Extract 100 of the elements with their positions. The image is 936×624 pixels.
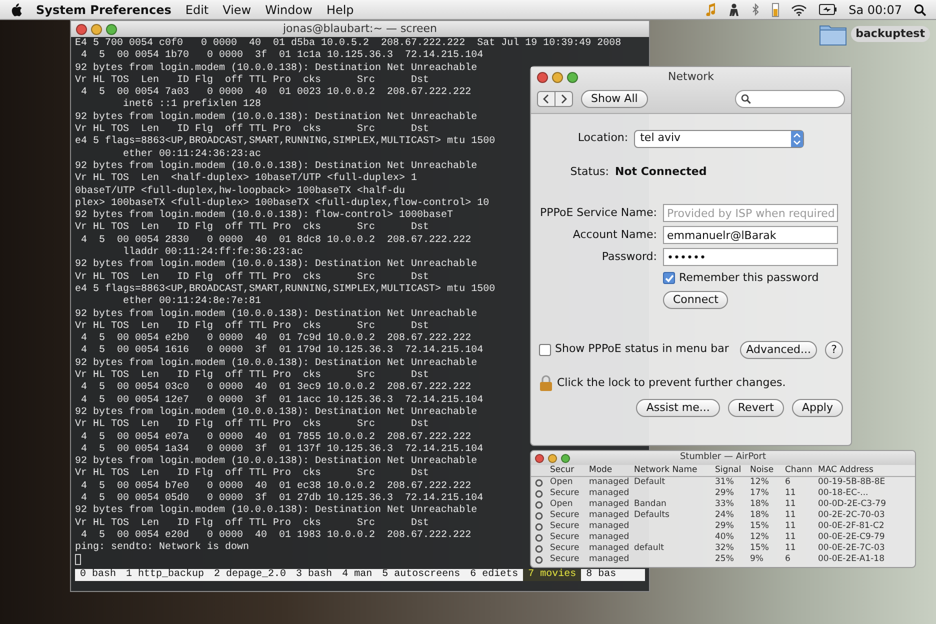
app-menu[interactable]: System Preferences <box>36 0 172 18</box>
table-cell-text: 11 <box>785 488 797 499</box>
zoom-button[interactable] <box>561 454 570 462</box>
zoom-button[interactable] <box>567 72 578 83</box>
account-name-field[interactable]: emmanuelr@lBarak <box>663 226 838 244</box>
search-field[interactable] <box>735 90 845 108</box>
table-cell-text: Bandan <box>634 499 668 510</box>
padlock-icon[interactable] <box>539 374 553 391</box>
minimize-button[interactable] <box>91 24 102 34</box>
field-label: Account Name: <box>572 226 657 243</box>
close-button[interactable] <box>537 72 548 83</box>
terminal-line: ether 00:11:24:36:23:ac <box>122 148 262 160</box>
table-cell-text: 29% <box>715 488 735 499</box>
screen-window-tab[interactable]: 1 http_backup <box>121 569 210 581</box>
terminal-line: 92 bytes from login.modem (10.0.0.138): flow-control> 1000baseT <box>75 210 454 222</box>
search-icon[interactable] <box>914 4 926 16</box>
status-value: Not Connected <box>615 164 707 180</box>
terminal-line: 92 bytes from login.modem (10.0.0.138): Destination Net Unreachable <box>75 259 478 272</box>
terminal-line: Vr HL TOS Len ID Flg off TTL Pro cks Src Dst <box>75 518 430 530</box>
revert-button[interactable]: Revert <box>728 399 784 417</box>
zoom-button[interactable] <box>106 24 117 34</box>
table-cell-text: 31% <box>715 477 735 488</box>
bluetooth-icon[interactable] <box>752 3 760 16</box>
terminal-line: 4 5 00 0054 b7e0 0 0000 40 01 ec38 10.0.0.2 208.67.222.222 <box>80 480 472 492</box>
terminal-line: lladdr 00:11:24:ff:fe:36:23:ac <box>122 247 304 258</box>
menu-item[interactable]: View <box>222 0 252 18</box>
column-header[interactable]: Signal <box>715 465 747 476</box>
terminal-line: 92 bytes from login.modem (10.0.0.138): Destination Net Unreachable <box>75 456 478 468</box>
show-status-checkbox[interactable] <box>539 344 551 356</box>
screen-window-tab[interactable]: 6 ediets <box>465 569 524 581</box>
screen-window-tab[interactable]: 2 depage_2.0 <box>209 569 292 581</box>
terminal-line: e4 5 flags=8863<UP,BROADCAST,SMART,RUNNING,SIMPLEX,MULTICAST> mtu 1500 <box>75 284 496 296</box>
table-cell-text: managed <box>589 510 630 521</box>
advanced-button[interactable]: Advanced... <box>740 340 817 358</box>
column-header[interactable]: MAC Address <box>818 465 911 476</box>
table-cell-text: 12% <box>750 477 770 488</box>
close-button[interactable] <box>76 24 87 34</box>
screen-window-tab[interactable]: 0 bash <box>75 569 122 581</box>
show-all-button[interactable]: Show All <box>581 90 648 108</box>
minimize-button[interactable] <box>548 454 557 462</box>
terminal-line: 4 5 00 0054 12e7 0 0000 3f 01 1acc 10.125.36.3 72.14.215.104 <box>80 394 484 406</box>
field-label: PPPoE Service Name: <box>539 204 657 221</box>
lock-hint: Click the lock to prevent further changes. <box>557 374 786 390</box>
column-header[interactable]: Secur <box>550 465 586 476</box>
screen-window-tab[interactable]: 7 movies <box>523 569 582 581</box>
table-cell-text: 33% <box>715 499 735 510</box>
table-cell-text: managed <box>589 554 630 565</box>
help-button[interactable]: ? <box>825 340 843 358</box>
screen-window-tab[interactable]: 8 bas <box>581 569 622 581</box>
field-label: Password: <box>600 248 657 265</box>
person-icon[interactable] <box>728 3 740 16</box>
table-cell-text: managed <box>589 499 630 510</box>
close-button[interactable] <box>535 454 544 462</box>
screen-window-tab[interactable]: 4 man <box>337 569 378 581</box>
terminal-line: 92 bytes from login.modem (10.0.0.138): Destination Net Unreachable <box>75 505 478 518</box>
table-cell-text: default <box>634 543 665 554</box>
column-header[interactable]: Chann <box>785 465 815 476</box>
back-forward-icon[interactable] <box>537 90 573 106</box>
menu-item[interactable]: Edit <box>185 0 209 18</box>
table-cell-text: 25% <box>715 554 735 565</box>
window-title: jonas@blaubart:~ — screen <box>282 20 438 37</box>
service-name-field[interactable]: Provided by ISP when required <box>663 204 838 222</box>
apply-button[interactable]: Apply <box>792 399 843 417</box>
screen-window-tab[interactable]: 5 autoscreens <box>377 569 466 581</box>
column-header[interactable]: Network Name <box>634 465 712 476</box>
location-popup[interactable]: tel aviv <box>634 130 804 148</box>
terminal-line: 4 5 00 0054 e2b0 0 0000 40 01 7c9d 10.0.0.2 208.67.222.222 <box>80 333 472 344</box>
table-cell-text: 00-18-EC-... <box>818 488 870 499</box>
menu-item[interactable]: Window <box>265 0 312 18</box>
terminal-line: Vr HL TOS Len ID Flg off TTL Pro cks Src Dst <box>75 222 430 234</box>
table-cell-text: managed <box>589 543 630 554</box>
remember-checkbox[interactable] <box>663 272 675 284</box>
connect-button[interactable]: Connect <box>663 290 728 308</box>
terminal-line: Vr HL TOS Len ID Flg off TTL Pro cks Src Dst <box>75 320 430 332</box>
battery-icon[interactable] <box>818 4 837 15</box>
terminal-line: 0baseT/UTP <full-duplex,hw-loopback> 100baseTX <half-du <box>75 186 406 198</box>
screen-window-tab[interactable]: 3 bash <box>291 569 338 581</box>
terminal-line: ping: sendto: Network is down <box>75 542 250 554</box>
menu-clock[interactable]: Sa 00:07 <box>848 0 902 18</box>
table-cell-text: Secure <box>550 521 580 532</box>
column-header[interactable]: Mode <box>589 465 631 476</box>
table-cell-text: Default <box>634 477 666 488</box>
wifi-icon[interactable] <box>790 4 807 16</box>
menu-item[interactable]: Help <box>326 0 354 18</box>
table-cell-text: 00-0E-2E-7C-03 <box>818 543 886 554</box>
table-cell-text: 32% <box>715 543 735 554</box>
minimize-button[interactable] <box>552 72 563 83</box>
terminal-line: 4 5 00 0054 7a03 0 0000 40 01 0023 10.0.0.2 208.67.222.222 <box>80 87 472 98</box>
terminal-line: ether 00:11:24:8e:7e:81 <box>122 296 262 308</box>
music-note-icon[interactable] <box>706 3 716 16</box>
column-header[interactable]: Noise <box>750 465 782 476</box>
terminal-line: inet6 ::1 prefixlen 128 <box>122 99 262 112</box>
table-cell-text: 9% <box>750 554 764 565</box>
search-icon <box>741 94 751 104</box>
table-cell-text: 6 <box>785 477 792 488</box>
table-cell-text: 00-2E-2C-70-03 <box>818 510 886 521</box>
password-field[interactable]: •••••• <box>663 248 838 266</box>
terminal-line: plex> 100baseTX <full-duplex> 100baseTX <full-duplex,flow-control> 10 <box>75 198 490 210</box>
assist-button[interactable]: Assist me... <box>636 399 720 417</box>
meter-icon[interactable] <box>772 2 779 16</box>
